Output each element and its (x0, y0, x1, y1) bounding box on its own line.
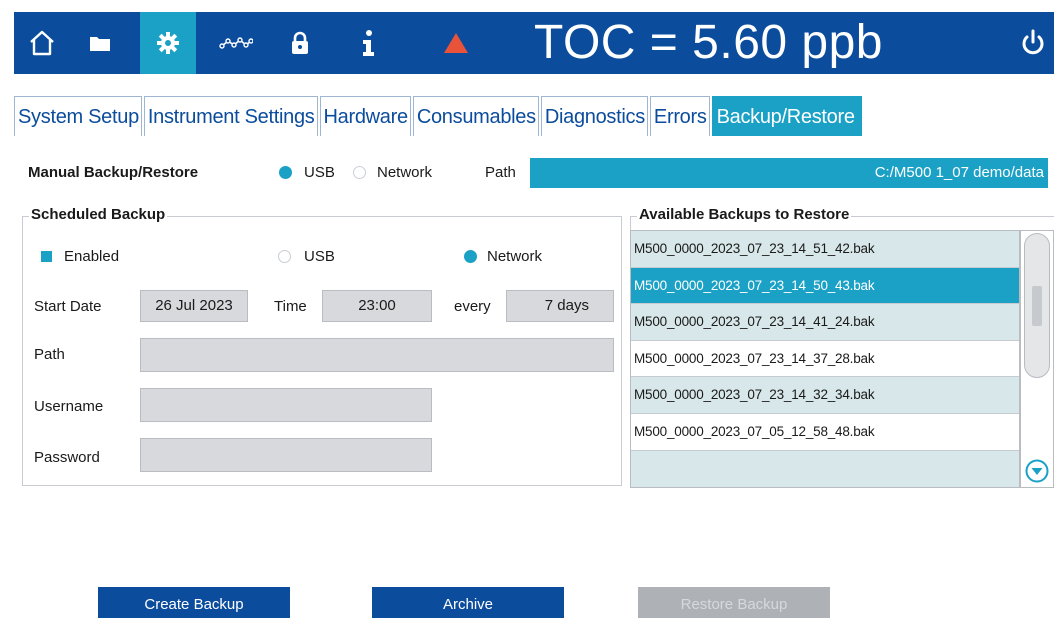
backups-list: M500_0000_2023_07_23_14_51_42.bak M500_0… (630, 230, 1020, 488)
scheduled-usb-label: USB (304, 248, 335, 265)
scrollbar-thumb[interactable] (1024, 233, 1050, 378)
password-label: Password (34, 449, 100, 466)
power-icon[interactable] (1018, 28, 1048, 58)
archive-button[interactable]: Archive (372, 587, 564, 618)
backup-item[interactable]: M500_0000_2023_07_23_14_37_28.bak (631, 341, 1019, 378)
scheduled-usb-radio[interactable] (278, 250, 291, 263)
backup-item[interactable] (631, 450, 1019, 487)
scheduled-path-label: Path (34, 346, 65, 363)
alarm-icon (444, 33, 468, 53)
every-label: every (454, 298, 491, 315)
alarm-button[interactable] (428, 12, 484, 74)
username-field[interactable] (140, 388, 432, 422)
scheduled-network-radio[interactable] (464, 250, 477, 263)
folder-icon (90, 37, 110, 51)
settings-button[interactable] (140, 12, 196, 74)
username-label: Username (34, 398, 104, 415)
trend-icon (219, 37, 253, 49)
scheduled-network-label: Network (487, 248, 543, 265)
info-icon (363, 30, 374, 56)
backup-item[interactable]: M500_0000_2023_07_05_12_58_48.bak (631, 414, 1019, 451)
enabled-label: Enabled (64, 248, 120, 265)
manual-network-label: Network (377, 164, 433, 181)
start-date-label: Start Date (34, 298, 102, 315)
files-button[interactable] (72, 12, 128, 74)
start-date-field[interactable]: 26 Jul 2023 (140, 290, 248, 322)
password-field[interactable] (140, 438, 432, 472)
tab-hardware[interactable]: Hardware (319, 96, 411, 136)
tab-consumables[interactable]: Consumables (412, 96, 539, 136)
settings-tabs: System Setup Instrument Settings Hardwar… (14, 96, 864, 136)
gear-icon (157, 32, 179, 54)
scroll-down-icon[interactable] (1025, 459, 1049, 483)
backup-item[interactable]: M500_0000_2023_07_23_14_32_34.bak (631, 377, 1019, 414)
enabled-checkbox[interactable] (41, 251, 52, 262)
tab-instrument-settings[interactable]: Instrument Settings (143, 96, 318, 136)
backups-scrollbar[interactable] (1020, 230, 1054, 488)
home-icon (30, 30, 54, 56)
interval-field[interactable]: 7 days (506, 290, 614, 322)
home-button[interactable] (14, 12, 70, 74)
tab-diagnostics[interactable]: Diagnostics (540, 96, 648, 136)
security-button[interactable] (272, 12, 328, 74)
lock-icon (292, 31, 308, 54)
trends-button[interactable] (208, 12, 264, 74)
tab-backup-restore[interactable]: Backup/Restore (711, 96, 862, 136)
manual-path-field[interactable]: C:/M500 1_07 demo/data (530, 158, 1048, 188)
time-field[interactable]: 23:00 (322, 290, 432, 322)
create-backup-button[interactable]: Create Backup (98, 587, 290, 618)
manual-network-radio[interactable] (353, 166, 366, 179)
time-label: Time (274, 298, 307, 315)
tab-system-setup[interactable]: System Setup (14, 96, 142, 136)
grip-icon (1032, 286, 1042, 326)
backup-item[interactable]: M500_0000_2023_07_23_14_41_24.bak (631, 304, 1019, 341)
scheduled-path-field[interactable] (140, 338, 614, 372)
scheduled-backup-title: Scheduled Backup (29, 206, 168, 223)
backup-item[interactable]: M500_0000_2023_07_23_14_50_43.bak (631, 267, 1019, 305)
manual-usb-radio[interactable] (279, 166, 292, 179)
backups-title: Available Backups to Restore (637, 206, 852, 223)
backup-item[interactable]: M500_0000_2023_07_23_14_51_42.bak (631, 231, 1019, 268)
info-button[interactable] (340, 12, 396, 74)
toc-reading: TOC = 5.60 ppb (534, 16, 883, 69)
restore-backup-button[interactable]: Restore Backup (638, 587, 830, 618)
top-bar: TOC = 5.60 ppb (14, 12, 1054, 74)
manual-usb-label: USB (304, 164, 335, 181)
tab-errors[interactable]: Errors (649, 96, 710, 136)
manual-backup-title: Manual Backup/Restore (28, 164, 199, 181)
manual-path-label: Path (485, 164, 516, 181)
